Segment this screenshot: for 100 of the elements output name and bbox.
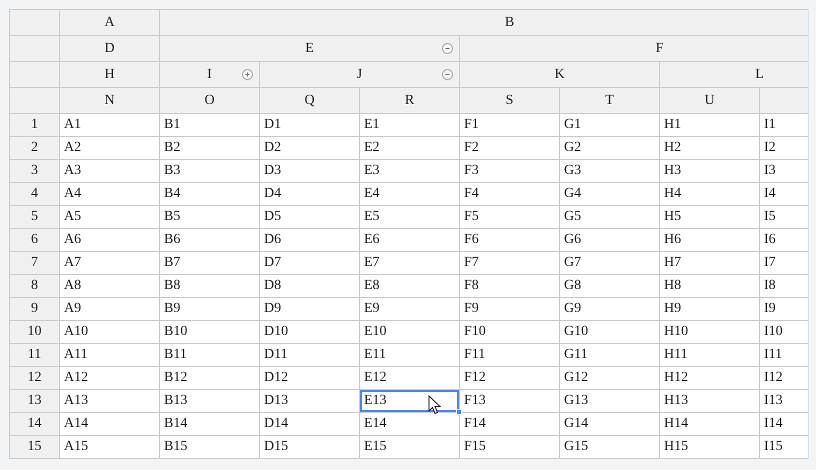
table-cell[interactable]: A1 <box>60 114 160 136</box>
table-cell[interactable]: G1 <box>560 114 660 136</box>
table-cell[interactable]: F8 <box>460 274 560 298</box>
table-cell[interactable]: F5 <box>460 206 560 228</box>
table-cell[interactable]: F6 <box>460 228 560 252</box>
table-cell[interactable]: B1 <box>160 114 260 136</box>
table-cell[interactable]: B15 <box>160 436 260 458</box>
table-cell[interactable]: H3 <box>660 160 760 182</box>
column-header[interactable]: J <box>260 62 460 88</box>
table-cell[interactable]: F2 <box>460 136 560 160</box>
table-cell[interactable]: E4 <box>360 182 460 206</box>
table-cell[interactable]: B9 <box>160 298 260 320</box>
expand-icon[interactable] <box>242 69 253 80</box>
column-header[interactable]: R <box>360 88 460 114</box>
column-header[interactable]: H <box>60 62 160 88</box>
table-cell[interactable]: E9 <box>360 298 460 320</box>
table-cell[interactable]: H11 <box>660 344 760 366</box>
table-cell[interactable]: D7 <box>260 252 360 274</box>
table-cell[interactable]: H4 <box>660 182 760 206</box>
table-cell[interactable]: F14 <box>460 412 560 436</box>
table-cell[interactable]: A2 <box>60 136 160 160</box>
table-cell[interactable]: H8 <box>660 274 760 298</box>
row-header[interactable]: 11 <box>10 344 60 366</box>
table-cell[interactable]: G2 <box>560 136 660 160</box>
table-cell[interactable]: F4 <box>460 182 560 206</box>
table-cell[interactable]: A11 <box>60 344 160 366</box>
table-cell[interactable]: H1 <box>660 114 760 136</box>
fill-handle[interactable] <box>456 409 462 415</box>
table-cell[interactable]: D8 <box>260 274 360 298</box>
table-cell[interactable]: E11 <box>360 344 460 366</box>
table-cell[interactable]: G14 <box>560 412 660 436</box>
column-header[interactable]: Q <box>260 88 360 114</box>
table-cell[interactable]: G9 <box>560 298 660 320</box>
table-cell[interactable]: F12 <box>460 366 560 390</box>
table-cell[interactable]: B5 <box>160 206 260 228</box>
table-cell[interactable]: B10 <box>160 320 260 344</box>
table-cell[interactable]: H10 <box>660 320 760 344</box>
table-cell[interactable]: H2 <box>660 136 760 160</box>
table-cell[interactable]: H15 <box>660 436 760 458</box>
row-header[interactable]: 4 <box>10 182 60 206</box>
table-cell[interactable]: B12 <box>160 366 260 390</box>
column-header[interactable]: K <box>460 62 660 88</box>
table-cell[interactable]: D15 <box>260 436 360 458</box>
column-header[interactable]: U <box>660 88 760 114</box>
table-cell[interactable]: A3 <box>60 160 160 182</box>
table-cell[interactable]: B7 <box>160 252 260 274</box>
column-header[interactable]: F <box>460 36 808 62</box>
table-cell[interactable]: G4 <box>560 182 660 206</box>
table-cell[interactable]: D12 <box>260 366 360 390</box>
table-cell[interactable]: E7 <box>360 252 460 274</box>
row-header[interactable]: 2 <box>10 136 60 160</box>
table-cell[interactable]: A6 <box>60 228 160 252</box>
table-cell[interactable]: E6 <box>360 228 460 252</box>
table-cell[interactable]: D2 <box>260 136 360 160</box>
table-cell[interactable]: D13 <box>260 390 360 412</box>
selected-cell[interactable]: E13 <box>360 390 460 412</box>
table-cell[interactable]: A8 <box>60 274 160 298</box>
table-cell[interactable]: E12 <box>360 366 460 390</box>
table-cell[interactable]: F11 <box>460 344 560 366</box>
table-cell[interactable]: G5 <box>560 206 660 228</box>
row-header[interactable]: 12 <box>10 366 60 390</box>
table-cell[interactable]: D3 <box>260 160 360 182</box>
table-cell[interactable]: B6 <box>160 228 260 252</box>
table-cell[interactable]: G11 <box>560 344 660 366</box>
table-cell[interactable]: H5 <box>660 206 760 228</box>
row-header[interactable]: 6 <box>10 228 60 252</box>
table-cell[interactable]: A4 <box>60 182 160 206</box>
table-cell[interactable]: A5 <box>60 206 160 228</box>
column-header[interactable]: N <box>60 88 160 114</box>
table-cell[interactable]: E15 <box>360 436 460 458</box>
table-cell[interactable]: H6 <box>660 228 760 252</box>
table-cell[interactable]: A12 <box>60 366 160 390</box>
column-header[interactable]: L <box>660 62 808 88</box>
table-cell[interactable]: A7 <box>60 252 160 274</box>
table-cell[interactable]: B8 <box>160 274 260 298</box>
row-header[interactable]: 9 <box>10 298 60 320</box>
table-cell[interactable]: F1 <box>460 114 560 136</box>
table-cell[interactable]: A15 <box>60 436 160 458</box>
row-header[interactable]: 14 <box>10 412 60 436</box>
row-header[interactable]: 1 <box>10 114 60 136</box>
table-cell[interactable]: H12 <box>660 366 760 390</box>
row-header[interactable]: 7 <box>10 252 60 274</box>
table-cell[interactable]: G13 <box>560 390 660 412</box>
column-header[interactable]: T <box>560 88 660 114</box>
table-cell[interactable]: A14 <box>60 412 160 436</box>
table-cell[interactable]: G6 <box>560 228 660 252</box>
table-cell[interactable]: F15 <box>460 436 560 458</box>
table-cell[interactable]: B3 <box>160 160 260 182</box>
table-cell[interactable]: H9 <box>660 298 760 320</box>
collapse-icon[interactable] <box>442 43 453 54</box>
column-header[interactable]: S <box>460 88 560 114</box>
row-header[interactable]: 8 <box>10 274 60 298</box>
table-cell[interactable]: G3 <box>560 160 660 182</box>
table-cell[interactable]: E2 <box>360 136 460 160</box>
column-header[interactable]: A <box>60 10 160 36</box>
table-cell[interactable]: G10 <box>560 320 660 344</box>
table-cell[interactable]: F13 <box>460 390 560 412</box>
column-header[interactable]: I <box>160 62 260 88</box>
table-cell[interactable]: E8 <box>360 274 460 298</box>
table-cell[interactable]: B2 <box>160 136 260 160</box>
